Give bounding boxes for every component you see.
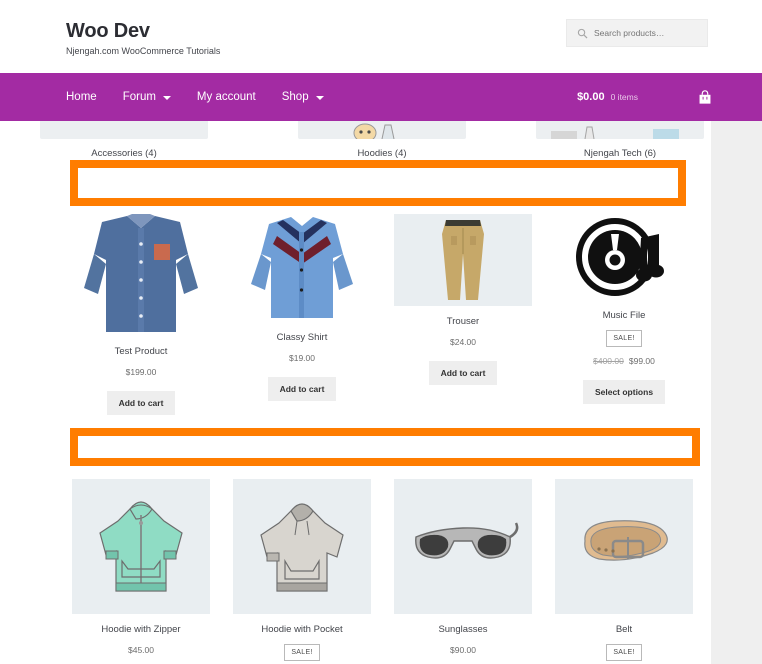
chevron-down-icon [315, 96, 324, 100]
product-title: Sunglasses [438, 624, 488, 635]
nav-item-shop[interactable]: Shop [282, 91, 324, 103]
product-card[interactable]: Music File SALE! $400.00 $99.00 Select op… [555, 214, 693, 404]
primary-navigation-bar: Home Forum My account Shop $0.00 0 items [0, 73, 762, 121]
cart-summary[interactable]: $0.00 0 items [577, 73, 712, 121]
nav-item-forum[interactable]: Forum [123, 91, 171, 103]
add-to-cart-button[interactable]: Add to cart [428, 361, 498, 385]
product-card[interactable]: Hoodie with Zipper $45.00 [72, 479, 210, 656]
product-category-strip: Accessories (4) Hoodies (4) Njengah Tech… [0, 121, 711, 161]
sale-badge: SALE! [606, 644, 642, 661]
primary-menu: Home Forum My account Shop [66, 73, 324, 121]
khaki-trousers-photo [442, 220, 484, 300]
select-options-button[interactable]: Select options [582, 380, 666, 404]
category-label: Accessories (4) [91, 148, 157, 159]
sale-badge: SALE! [284, 644, 320, 661]
product-card[interactable]: Test Product $199.00 Add to cart [72, 214, 210, 415]
shopping-basket-icon[interactable] [698, 89, 712, 105]
category-card-hoodies[interactable]: Hoodies (4) [292, 121, 472, 159]
product-title: Trouser [446, 316, 480, 327]
nav-item-my-account[interactable]: My account [197, 91, 256, 103]
leather-belt-sketch [584, 520, 668, 561]
category-card-njengah-tech[interactable]: Njengah Tech (6) [530, 121, 710, 159]
search-icon [577, 28, 588, 38]
cart-item-count: 0 items [610, 92, 638, 102]
product-title: Hoodie with Pocket [261, 624, 343, 635]
product-price: $19.00 [289, 353, 315, 363]
gray-pocket-hoodie-sketch [260, 503, 344, 592]
product-image[interactable] [555, 479, 693, 614]
add-to-cart-button[interactable]: Add to cart [106, 391, 176, 415]
mint-zip-hoodie-sketch [99, 501, 183, 592]
hoodie-sketch-icon [353, 123, 395, 139]
chevron-down-icon [162, 96, 171, 100]
product-search-box[interactable] [566, 19, 708, 47]
sale-badge: SALE! [606, 330, 642, 347]
category-label: Njengah Tech (6) [583, 148, 657, 159]
product-title: Music File [602, 310, 646, 321]
product-card[interactable]: Classy Shirt $19.00 Add to cart [233, 214, 371, 401]
product-price: $199.00 [125, 367, 157, 377]
site-title: Woo Dev [66, 20, 150, 42]
product-price: $24.00 [450, 337, 476, 347]
tech-sketch-icon [551, 126, 679, 139]
site-tagline: Njengah.com WooCommerce Tutorials [66, 46, 221, 56]
product-title: Belt [615, 624, 633, 635]
product-image[interactable] [233, 214, 371, 322]
product-price: $400.00 $99.00 [555, 356, 693, 367]
product-title: Hoodie with Zipper [101, 624, 181, 635]
category-label: Hoodies (4) [357, 148, 407, 159]
site-header: Woo Dev Njengah.com WooCommerce Tutorial… [0, 0, 762, 73]
search-input[interactable] [594, 28, 704, 38]
product-card[interactable]: Belt SALE! [555, 479, 693, 661]
product-price: $90.00 [450, 645, 476, 655]
nav-item-label: Home [66, 91, 97, 103]
nav-item-label: Shop [281, 91, 309, 103]
chevron-panel-shirt-photo [251, 217, 353, 318]
nav-item-label: Forum [122, 91, 156, 103]
highlight-box-bottom [70, 428, 700, 466]
nav-item-home[interactable]: Home [66, 91, 97, 103]
product-sale-price: $99.00 [628, 356, 655, 366]
product-card[interactable]: Trouser $24.00 Add to cart [394, 214, 532, 385]
category-thumbnail [298, 121, 466, 139]
product-card[interactable]: Hoodie with Pocket SALE! [233, 479, 371, 661]
product-image[interactable] [233, 479, 371, 614]
cart-text: $0.00 0 items [577, 91, 638, 103]
product-title: Test Product [114, 346, 168, 357]
nav-item-label: My account [196, 91, 256, 103]
vinyl-record-music-note-icon [576, 218, 664, 296]
browser-page: Woo Dev Njengah.com WooCommerce Tutorial… [0, 0, 762, 664]
category-thumbnail [40, 121, 208, 139]
product-image[interactable] [555, 214, 693, 300]
blue-dress-shirt-photo [84, 214, 198, 332]
product-card[interactable]: Sunglasses $90.00 [394, 479, 532, 656]
product-regular-price: $400.00 [593, 356, 624, 366]
site-branding[interactable]: Woo Dev Njengah.com WooCommerce Tutorial… [66, 20, 220, 57]
product-image[interactable] [72, 214, 210, 336]
sunglasses-sketch [415, 522, 519, 559]
product-price: $45.00 [128, 645, 154, 655]
product-title: Classy Shirt [276, 332, 328, 343]
add-to-cart-button[interactable]: Add to cart [267, 377, 337, 401]
cart-total: $0.00 [577, 91, 605, 103]
product-image[interactable] [394, 214, 532, 306]
product-image[interactable] [72, 479, 210, 614]
highlight-box-top [70, 160, 686, 206]
product-image[interactable] [394, 479, 532, 614]
category-card-accessories[interactable]: Accessories (4) [34, 121, 214, 159]
category-thumbnail [536, 121, 704, 139]
